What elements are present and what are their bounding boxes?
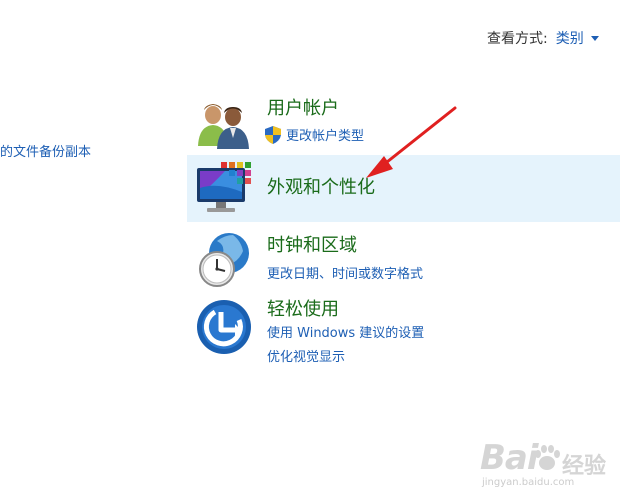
chevron-down-icon[interactable] bbox=[590, 35, 599, 41]
watermark-logo: Bai bbox=[480, 438, 539, 478]
appearance-title[interactable]: 外观和个性化 bbox=[267, 173, 375, 199]
clock-region-title[interactable]: 时钟和区域 bbox=[267, 231, 357, 257]
change-date-time-format-link[interactable]: 更改日期、时间或数字格式 bbox=[267, 263, 423, 282]
category-clock-region: 时钟和区域 更改日期、时间或数字格式 bbox=[187, 228, 620, 290]
optimize-visual-display-link[interactable]: 优化视觉显示 bbox=[267, 346, 345, 365]
category-user-accounts: 用户帐户 更改帐户类型 bbox=[187, 92, 620, 154]
uac-shield-icon bbox=[265, 125, 281, 144]
user-accounts-title[interactable]: 用户帐户 bbox=[267, 94, 339, 120]
watermark-cn: 经验 bbox=[562, 454, 607, 479]
ease-of-access-icon[interactable] bbox=[195, 298, 253, 356]
watermark-url: jingyan.baidu.com bbox=[482, 477, 575, 488]
category-ease-of-access: 轻松使用 使用 Windows 建议的设置 优化视觉显示 bbox=[187, 292, 620, 372]
change-account-type-link[interactable]: 更改帐户类型 bbox=[265, 125, 364, 144]
view-by-label: 查看方式: bbox=[487, 31, 548, 47]
use-windows-recommended-settings-link[interactable]: 使用 Windows 建议的设置 bbox=[267, 322, 424, 341]
paw-icon bbox=[535, 445, 560, 470]
clock-globe-icon[interactable] bbox=[195, 231, 253, 289]
change-account-type-label: 更改帐户类型 bbox=[286, 129, 365, 144]
display-personalization-icon[interactable] bbox=[195, 160, 253, 218]
backup-copy-link[interactable]: 的文件备份副本 bbox=[0, 141, 91, 160]
baidu-watermark: Bai 经验 jingyan.baidu.com bbox=[472, 438, 610, 488]
view-by-dropdown[interactable]: 类别 bbox=[556, 31, 584, 47]
ease-of-access-title[interactable]: 轻松使用 bbox=[267, 295, 339, 321]
users-icon[interactable] bbox=[195, 96, 253, 154]
control-panel-page: 查看方式: 类别 的文件备份副本 用户帐户 更改帐户类型 外观和个性化 时钟和区… bbox=[0, 0, 620, 500]
view-by-control: 查看方式: 类别 bbox=[487, 28, 599, 48]
category-appearance[interactable]: 外观和个性化 bbox=[187, 155, 620, 222]
